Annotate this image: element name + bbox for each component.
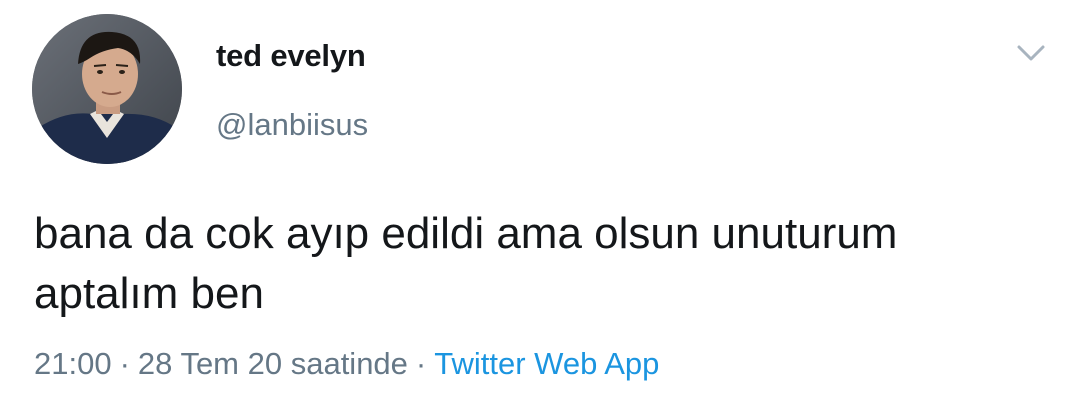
separator-dot: · — [415, 346, 427, 381]
avatar-image — [32, 14, 182, 164]
chevron-down-icon[interactable] — [1014, 40, 1048, 66]
tweet-text: bana da cok ayıp edildi ama olsun unutur… — [34, 209, 898, 318]
tweet-metadata: 21:00 · 28 Tem 20 saatinde · Twitter Web App — [34, 346, 659, 382]
display-name[interactable]: ted evelyn — [216, 38, 366, 74]
user-handle[interactable]: @lanbiisus — [216, 107, 368, 143]
separator-dot: · — [119, 346, 130, 381]
avatar[interactable] — [32, 14, 182, 164]
tweet-card: ted evelyn @lanbiisus bana da cok ayıp e… — [0, 0, 1080, 410]
tweet-date[interactable]: 28 Tem 20 saatinde — [138, 346, 408, 381]
tweet-time[interactable]: 21:00 — [34, 346, 112, 381]
tweet-source-link[interactable]: Twitter Web App — [434, 346, 659, 381]
